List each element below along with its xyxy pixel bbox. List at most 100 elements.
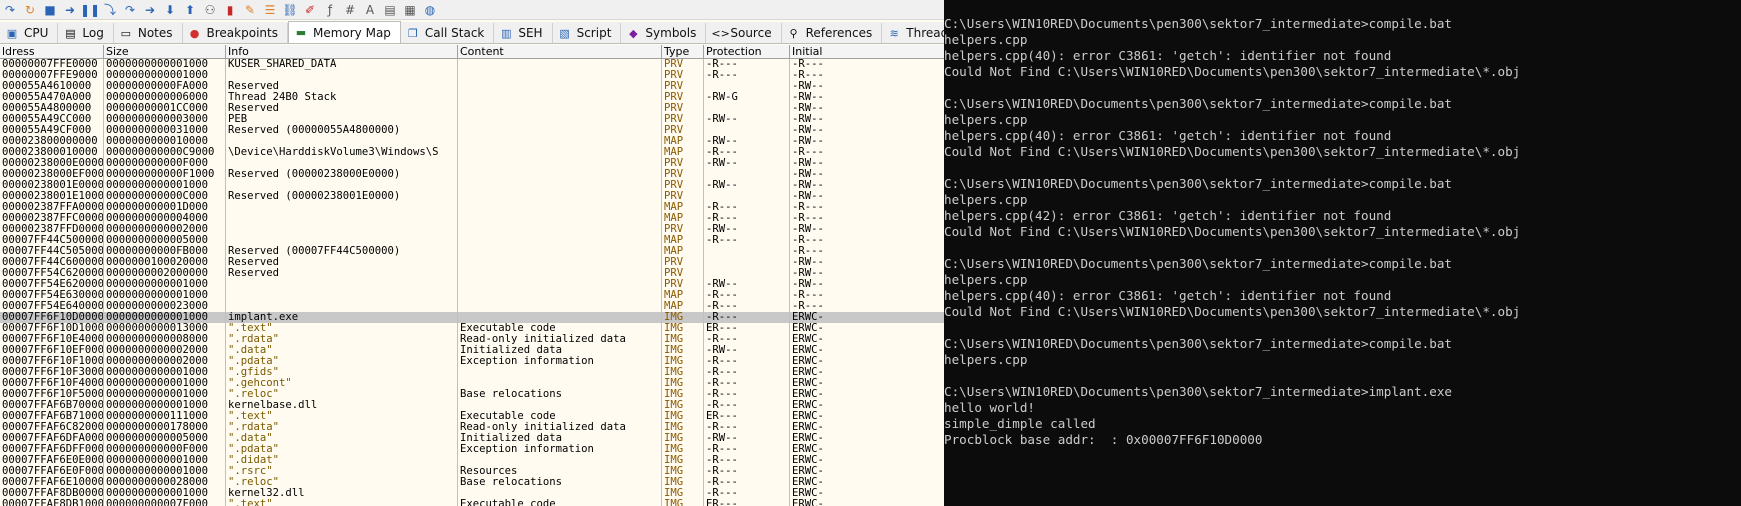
table-row[interactable]: 00007FF44C505000 00000000000FB000 Reserved… bbox=[0, 246, 944, 257]
cell-size: 0000000000003000 bbox=[104, 114, 226, 125]
table-row[interactable]: 00007FFAF6E0F000 0000000000001000 ".rsrc" R… bbox=[0, 466, 944, 477]
breakpoint-toggle-icon[interactable]: ▮ bbox=[222, 2, 238, 18]
cell-info: ".reloc" bbox=[226, 477, 458, 488]
tab-source[interactable]: <> Source bbox=[706, 23, 782, 43]
table-row[interactable]: 000023800010000 000000000000C9000 \Device\… bbox=[0, 147, 944, 158]
tab-script[interactable]: ▧ Script bbox=[553, 23, 622, 43]
table-row[interactable]: 00007FFAF6B71000 0000000000111000 ".text" E… bbox=[0, 411, 944, 422]
execute-till-return-icon[interactable]: ⬆ bbox=[182, 2, 198, 18]
highlight-icon[interactable]: ✐ bbox=[302, 2, 318, 18]
table-row[interactable]: 00007FF54E640000 0000000000023000 MAP -R---… bbox=[0, 301, 944, 312]
table-row[interactable]: 00007FF44C500000 0000000000005000 MAP -R---… bbox=[0, 235, 944, 246]
table-row[interactable]: 000055A4610000 00000000000FA000 Reserved PR… bbox=[0, 81, 944, 92]
table-row[interactable]: 00007FF54E620000 0000000000001000 PRV -RW--… bbox=[0, 279, 944, 290]
column-header-size[interactable]: Size bbox=[104, 45, 226, 58]
cell-info bbox=[226, 158, 458, 169]
font-size-icon[interactable]: A bbox=[362, 2, 378, 18]
debugger-toolbar: ↷ ↻ ■ ➜ ❚❚ ⤵ ↷ ➔ ⬇ ⬆ ⚇ ▮ ✎ ☰ ⛓ ✐ ƒ # A ▤… bbox=[0, 0, 944, 20]
hash-icon[interactable]: # bbox=[342, 2, 358, 18]
tab-cpu[interactable]: ▣ CPU bbox=[0, 23, 59, 43]
table-row[interactable]: 00007FF6F10E4000 0000000000008000 ".rdata"… bbox=[0, 334, 944, 345]
table-row[interactable]: 00000238001E1000 000000000000C000 Reserved… bbox=[0, 191, 944, 202]
cell-protection bbox=[704, 169, 790, 180]
table-row[interactable]: 00000238001E0000 0000000000001000 PRV -RW--… bbox=[0, 180, 944, 191]
trace-into-icon[interactable]: ➔ bbox=[142, 2, 158, 18]
table-row[interactable]: 00007FF6F10F3000 0000000000001000 ".gfids"… bbox=[0, 367, 944, 378]
run-to-user-code-icon[interactable]: ⚇ bbox=[202, 2, 218, 18]
restart-icon[interactable]: ↻ bbox=[22, 2, 38, 18]
table-row[interactable]: 000002387FFD0000 0000000000002000 PRV -RW--… bbox=[0, 224, 944, 235]
calculator-icon[interactable]: ▦ bbox=[402, 2, 418, 18]
tab-references[interactable]: ⚲ References bbox=[782, 23, 883, 43]
step-into-icon[interactable]: ⤵ bbox=[102, 2, 118, 18]
tab-call-stack[interactable]: ❐ Call Stack bbox=[401, 23, 495, 43]
table-row[interactable]: 000023800000000 0000000000010000 MAP -RW-- -… bbox=[0, 136, 944, 147]
table-row[interactable]: 00007FF54C620000 0000000002000000 Reserved… bbox=[0, 268, 944, 279]
document-icon[interactable]: ▤ bbox=[382, 2, 398, 18]
table-row[interactable]: 000055A49CF000 0000000000031000 Reserved (… bbox=[0, 125, 944, 136]
cell-size: 0000000000001000 bbox=[104, 59, 226, 70]
table-row[interactable]: 00007FF6F10EF000 0000000000002000 ".data" I… bbox=[0, 345, 944, 356]
column-header-protection[interactable]: Protection bbox=[704, 45, 790, 58]
table-row[interactable]: 00000007FFE9000 0000000000001000 PRV -R--- -… bbox=[0, 70, 944, 81]
table-row[interactable]: 000055A470A000 0000000000006000 Thread 24B… bbox=[0, 92, 944, 103]
table-row[interactable]: 00007FFAF6E0E000 0000000000001000 ".didat"… bbox=[0, 455, 944, 466]
table-row[interactable]: 00007FFAF6DFF000 000000000000F000 ".pdata"… bbox=[0, 444, 944, 455]
table-row[interactable]: 00007FFAF8DB0000 0000000000001000 kernel32… bbox=[0, 488, 944, 499]
tab-log[interactable]: ▤ Log bbox=[58, 23, 114, 43]
column-header-address[interactable]: ldress bbox=[0, 45, 104, 58]
table-row[interactable]: 00007FFAF6E10000 0000000000028000 ".reloc"… bbox=[0, 477, 944, 488]
tab-seh[interactable]: ▥ SEH bbox=[494, 23, 553, 43]
tab-memory-map[interactable]: ▬ Memory Map bbox=[287, 21, 401, 43]
column-header-content[interactable]: Content bbox=[458, 45, 662, 58]
table-row[interactable]: 00007FF6F10D0000 0000000000001000 implant.… bbox=[0, 312, 944, 323]
table-row[interactable]: 00007FF6F10D1000 0000000000013000 ".text" E… bbox=[0, 323, 944, 334]
command-prompt-window[interactable]: C:\Users\WIN10RED\Documents\pen300\sekto… bbox=[944, 0, 1741, 506]
globe-icon[interactable]: ◍ bbox=[422, 2, 438, 18]
table-row[interactable]: 000002387FFC0000 0000000000004000 MAP -R---… bbox=[0, 213, 944, 224]
cell-address: 00007FFAF6DFF000 bbox=[2, 444, 104, 455]
tab-notes[interactable]: ▭ Notes bbox=[114, 23, 183, 43]
table-row[interactable]: 000055A49CC000 0000000000003000 PEB PRV -RW-… bbox=[0, 114, 944, 125]
table-row[interactable]: 00007FF6F10F1000 0000000000002000 ".pdata"… bbox=[0, 356, 944, 367]
table-row[interactable]: 00007FF6F10F4000 0000000000001000 ".gehcon… bbox=[0, 378, 944, 389]
table-row[interactable]: 00007FF44C600000 0000000100020000 Reserved… bbox=[0, 257, 944, 268]
tab-threads[interactable]: ≋ Threads bbox=[882, 23, 944, 43]
cell-address: 000023800000000 bbox=[0, 136, 104, 147]
trace-down-icon[interactable]: ⬇ bbox=[162, 2, 178, 18]
cell-protection: -RW-- bbox=[704, 433, 790, 444]
tab-symbols[interactable]: ◆ Symbols bbox=[621, 23, 707, 43]
run-icon[interactable]: ↷ bbox=[2, 2, 18, 18]
table-row[interactable]: 00007FFAF8DB1000 000000000007F000 ".text" E… bbox=[0, 499, 944, 506]
table-row[interactable]: 000002387FFA0000 000000000001D000 MAP -R---… bbox=[0, 202, 944, 213]
column-header-initial[interactable]: Initial bbox=[790, 45, 944, 58]
table-row[interactable]: 00007FFAF6C82000 0000000000178000 ".rdata"… bbox=[0, 422, 944, 433]
table-row[interactable]: 000055A4800000 00000000001CC000 Reserved PR… bbox=[0, 103, 944, 114]
table-row[interactable]: 00000238000E0000 000000000000F000 PRV -RW--… bbox=[0, 158, 944, 169]
cell-info: ".gehcont" bbox=[226, 378, 458, 389]
step-over-icon[interactable]: ↷ bbox=[122, 2, 138, 18]
table-row[interactable]: 00007FFAF6B70000 0000000000001000 kernelba… bbox=[0, 400, 944, 411]
cell-size: 0000000000002000 bbox=[104, 356, 226, 367]
cell-address: 00007FFAF6E0E000 bbox=[2, 455, 104, 466]
cell-info bbox=[226, 235, 458, 246]
scripts-icon[interactable]: ☰ bbox=[262, 2, 278, 18]
pause-icon[interactable]: ❚❚ bbox=[80, 2, 100, 18]
table-row[interactable]: 00007FF6F10F5000 0000000000001000 ".reloc"… bbox=[0, 389, 944, 400]
table-row[interactable]: 00007FF54E630000 0000000000001000 MAP -R---… bbox=[0, 290, 944, 301]
cell-address: 00007FFAF6B71000 bbox=[2, 411, 104, 422]
table-row[interactable]: 00000238000EF000 000000000000F1000 Reserve… bbox=[0, 169, 944, 180]
cell-content bbox=[458, 147, 662, 158]
link-icon[interactable]: ⛓ bbox=[282, 2, 298, 18]
table-row[interactable]: 00007FFAF6DFA000 0000000000005000 ".data" I… bbox=[0, 433, 944, 444]
function-icon[interactable]: ƒ bbox=[322, 2, 338, 18]
patch-icon[interactable]: ✎ bbox=[242, 2, 258, 18]
stop-icon[interactable]: ■ bbox=[42, 2, 58, 18]
column-header-info[interactable]: Info bbox=[226, 45, 458, 58]
table-row[interactable]: 00000007FFE0000 0000000000001000 KUSER_SHA… bbox=[0, 59, 944, 70]
tab-breakpoints[interactable]: ● Breakpoints bbox=[183, 23, 288, 43]
column-header-type[interactable]: Type bbox=[662, 45, 704, 58]
cell-address: 00007FF44C500000 bbox=[2, 235, 104, 246]
run-arrow-icon[interactable]: ➜ bbox=[62, 2, 78, 18]
